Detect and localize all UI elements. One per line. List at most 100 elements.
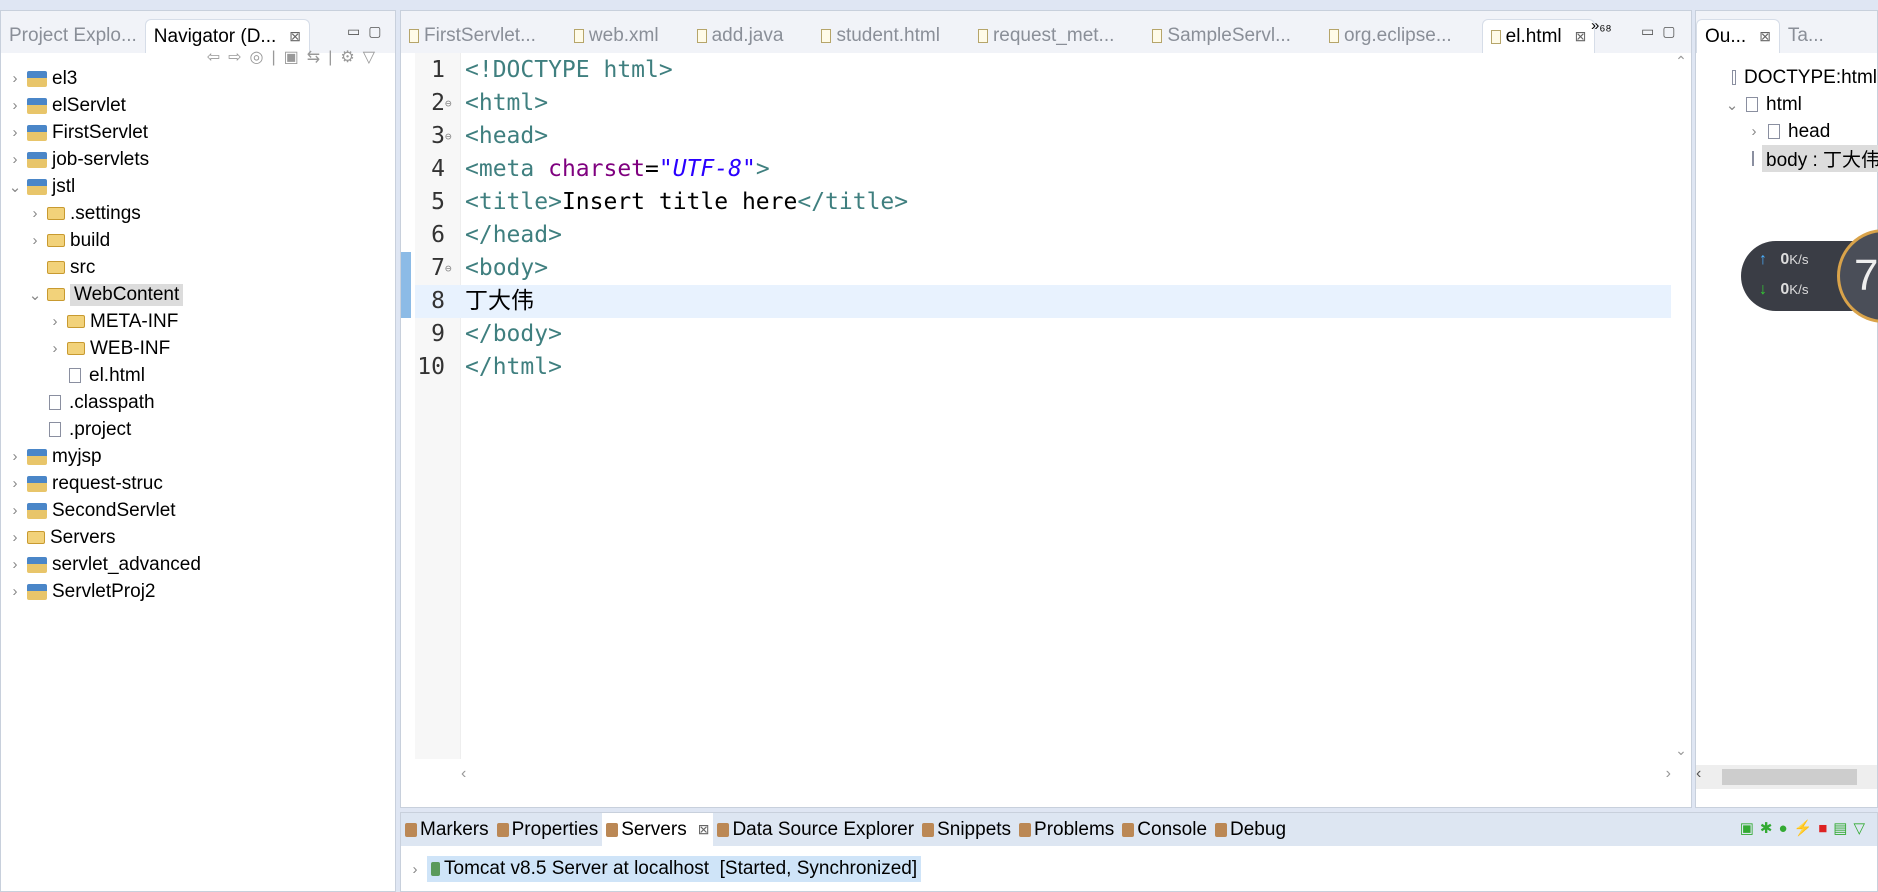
chevron-right-icon[interactable]: ›	[7, 70, 23, 87]
file-icon	[69, 368, 81, 383]
tab-properties[interactable]: Properties	[493, 813, 603, 846]
tree-item-settings[interactable]: › .settings	[1, 200, 395, 227]
tab-snippets[interactable]: Snippets	[918, 813, 1015, 846]
server-row[interactable]: › Tomcat v8.5 Server at localhost [Start…	[401, 855, 1877, 883]
chevron-down-icon[interactable]: ⌄	[27, 286, 43, 304]
tab-student-html[interactable]: student.html	[813, 19, 948, 53]
tree-item-servletproj2[interactable]: › ServletProj2	[1, 578, 395, 605]
tree-item-doctype-html[interactable]: DOCTYPE:html	[1696, 64, 1877, 91]
tab-org-eclipse[interactable]: org.eclipse...	[1321, 19, 1460, 53]
servers-toolbar[interactable]: ▣✱●⚡■▤▽	[1740, 819, 1871, 837]
close-icon[interactable]: ⊠	[1759, 28, 1771, 45]
tree-item-label: WebContent	[70, 283, 184, 306]
chevron-right-icon[interactable]: ›	[27, 232, 43, 249]
vertical-scrollbar[interactable]: ⌃ ⌄	[1671, 53, 1691, 759]
chevron-right-icon[interactable]: ›	[7, 556, 23, 573]
tab-web-xml[interactable]: web.xml	[566, 19, 667, 53]
chevron-right-icon[interactable]: ›	[7, 151, 23, 168]
code-line[interactable]: 2 ⊖ <html>	[415, 87, 1671, 120]
tab-label: Servers	[621, 818, 687, 840]
tree-item-servers[interactable]: › Servers	[1, 524, 395, 551]
tab-data-source-explorer[interactable]: Data Source Explorer	[713, 813, 918, 846]
minimize-maximize-icons[interactable]: ▭▢	[1641, 23, 1683, 40]
chevron-right-icon[interactable]: ›	[47, 313, 63, 330]
chevron-right-icon[interactable]: ›	[1746, 123, 1762, 140]
tree-item-classpath[interactable]: .classpath	[1, 389, 395, 416]
tree-item-el-html[interactable]: el.html	[1, 362, 395, 389]
chevron-right-icon[interactable]: ›	[7, 529, 23, 546]
tab-overflow[interactable]: »₆₈	[1591, 17, 1612, 34]
tree-item-jstl[interactable]: ⌄ jstl	[1, 173, 395, 200]
fold-icon[interactable]: ⊖	[445, 120, 452, 153]
code-editor[interactable]: 1 <!DOCTYPE html> 2 ⊖ <html> 3 ⊖ <head> 4 <meta c…	[401, 53, 1671, 759]
server-item[interactable]: Tomcat v8.5 Server at localhost [Started…	[427, 856, 922, 882]
tab-project-explorer[interactable]: Project Explo...	[1, 19, 145, 53]
fold-icon[interactable]: ⊖	[445, 252, 452, 285]
tab-sampleservl[interactable]: SampleServl...	[1144, 19, 1299, 53]
tree-item-body[interactable]: body : 丁大伟	[1696, 145, 1878, 172]
node-icon	[1768, 124, 1780, 139]
chevron-right-icon[interactable]: ›	[7, 97, 23, 114]
code-line[interactable]: 10 </html>	[415, 351, 1671, 384]
tab-tasks[interactable]: Ta...	[1780, 19, 1832, 53]
tree-item-project[interactable]: .project	[1, 416, 395, 443]
horizontal-scrollbar[interactable]: ‹	[1696, 765, 1877, 789]
chevron-right-icon[interactable]: ›	[47, 340, 63, 357]
close-icon[interactable]: ⊠	[698, 821, 710, 838]
minimize-maximize-icons[interactable]: ▭▢	[347, 23, 389, 40]
code-token: >	[755, 156, 770, 182]
tab-console[interactable]: Console	[1118, 813, 1211, 846]
tree-item-head[interactable]: › head	[1696, 118, 1877, 145]
code-text: <body>	[465, 252, 548, 285]
tree-item-job-servlets[interactable]: › job-servlets	[1, 146, 395, 173]
code-line[interactable]: 5 <title>Insert title here</title>	[415, 186, 1671, 219]
chevron-right-icon[interactable]: ›	[7, 448, 23, 465]
code-line[interactable]: 9 </body>	[415, 318, 1671, 351]
horizontal-scrollbar[interactable]: ‹ ›	[461, 765, 1671, 789]
close-icon[interactable]: ⊠	[1575, 28, 1587, 45]
tab-debug[interactable]: Debug	[1211, 813, 1290, 846]
tree-item-webcontent[interactable]: ⌄ WebContent	[1, 281, 395, 308]
close-icon[interactable]: ⊠	[289, 28, 301, 45]
fold-icon[interactable]: ⊖	[445, 87, 452, 120]
code-line[interactable]: 1 <!DOCTYPE html>	[415, 54, 1671, 87]
chevron-right-icon[interactable]: ›	[27, 205, 43, 222]
tree-item-servlet-advanced[interactable]: › servlet_advanced	[1, 551, 395, 578]
chevron-right-icon[interactable]: ›	[7, 502, 23, 519]
tree-item-build[interactable]: › build	[1, 227, 395, 254]
upload-icon: ↑	[1759, 251, 1767, 268]
tree-item-myjsp[interactable]: › myjsp	[1, 443, 395, 470]
tree-item-meta-inf[interactable]: › META-INF	[1, 308, 395, 335]
tab-el-html[interactable]: el.html ⊠	[1481, 19, 1596, 53]
chevron-down-icon[interactable]: ⌄	[7, 178, 23, 196]
tab-servers[interactable]: Servers ⊠	[602, 813, 714, 846]
tree-item-elservlet[interactable]: › elServlet	[1, 92, 395, 119]
code-line[interactable]: 4 <meta charset="UTF-8">	[415, 153, 1671, 186]
chevron-right-icon[interactable]: ›	[7, 583, 23, 600]
tree-item-request-struc[interactable]: › request-struc	[1, 470, 395, 497]
tree-item-el3[interactable]: › el3	[1, 65, 395, 92]
code-line[interactable]: 6 </head>	[415, 219, 1671, 252]
code-line[interactable]: 8 丁大伟	[401, 252, 1671, 318]
tab-label: Debug	[1230, 818, 1287, 840]
tab-markers[interactable]: Markers	[401, 813, 493, 846]
tab-outline[interactable]: Ou... ⊠	[1696, 19, 1780, 53]
tree-item-secondservlet[interactable]: › SecondServlet	[1, 497, 395, 524]
tree-item-html[interactable]: ⌄ html	[1696, 91, 1877, 118]
tree-item-src[interactable]: src	[1, 254, 395, 281]
code-line[interactable]: 7 ⊖ <body>	[415, 252, 1671, 285]
tree-item-label: DOCTYPE:html	[1743, 66, 1877, 88]
tab-request-met[interactable]: request_met...	[970, 19, 1122, 53]
code-line[interactable]: 3 ⊖ <head>	[415, 120, 1671, 153]
tree-item-web-inf[interactable]: › WEB-INF	[1, 335, 395, 362]
chevron-right-icon[interactable]: ›	[7, 475, 23, 492]
tab-problems[interactable]: Problems	[1015, 813, 1118, 846]
tab-label: Properties	[511, 818, 599, 840]
expand-icon[interactable]: ›	[407, 861, 423, 878]
line-number: 7	[431, 255, 445, 281]
tab-firstservlet[interactable]: FirstServlet...	[401, 19, 544, 53]
chevron-right-icon[interactable]: ›	[7, 124, 23, 141]
chevron-down-icon[interactable]: ⌄	[1724, 96, 1740, 114]
tree-item-firstservlet[interactable]: › FirstServlet	[1, 119, 395, 146]
tab-add-java[interactable]: add.java	[689, 19, 792, 53]
